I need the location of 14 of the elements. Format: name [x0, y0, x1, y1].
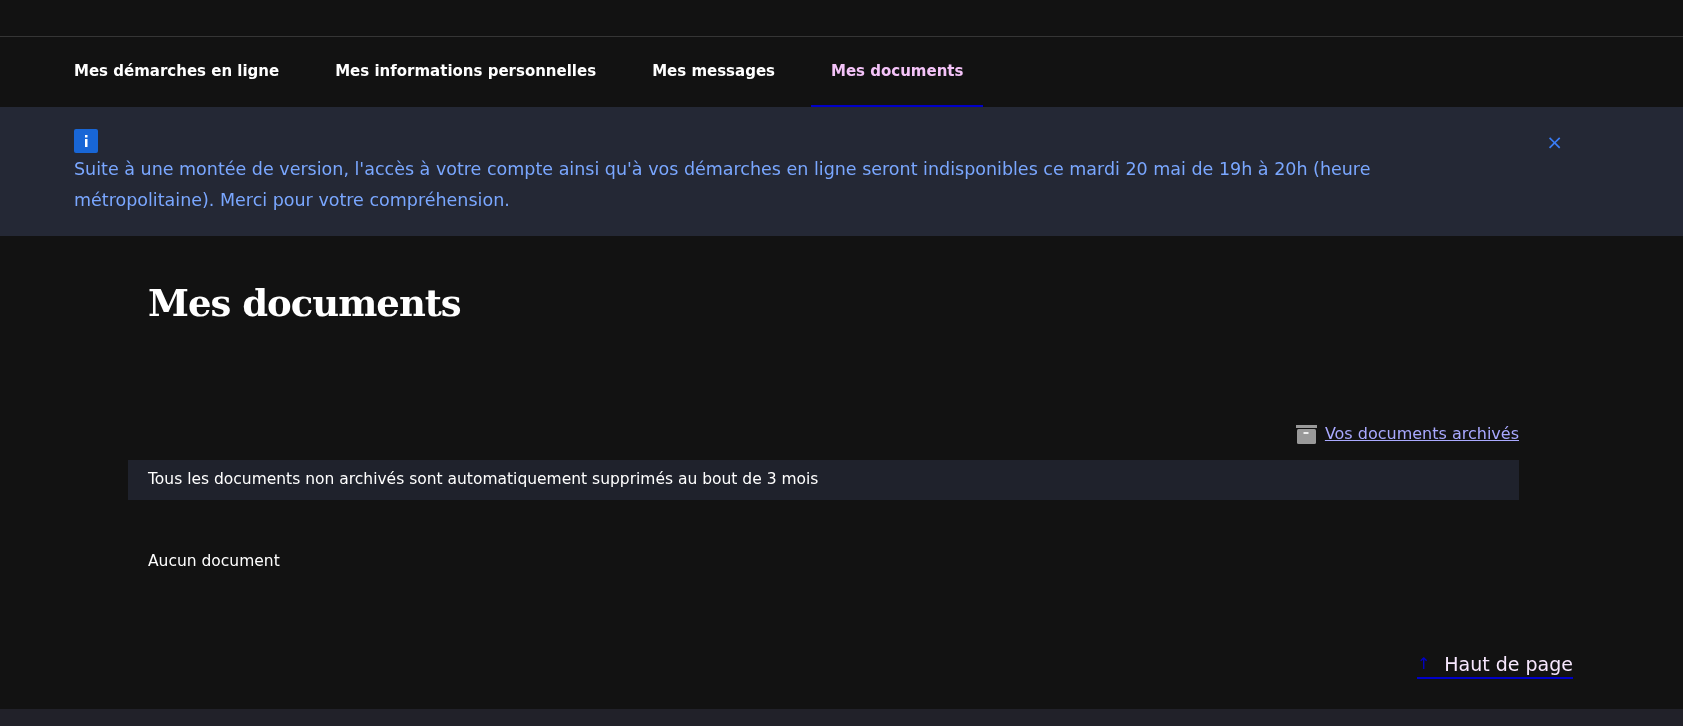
- archive-link[interactable]: Vos documents archivés: [1324, 422, 1519, 446]
- nav-tab[interactable]: Mes messages: [632, 37, 795, 107]
- nav-tab[interactable]: Mes informations personnelles: [315, 37, 617, 107]
- empty-message: Aucun document: [148, 551, 281, 572]
- page-title: Mes documents: [148, 280, 462, 327]
- back-to-top-label: Haut de page: [1444, 652, 1573, 678]
- close-button[interactable]: ×: [1546, 132, 1563, 152]
- info-icon: [74, 129, 98, 153]
- notice-text: Suite à une montée de version, l'accès à votre compte ainsi qu'à vos démarches en ligne seront indisponibles ce mardi 20 mai de 19h à 20h (heure métropolitaine). Merci pour votre compréhension.: [74, 158, 1372, 212]
- back-to-top-link[interactable]: ↑ Haut de page: [1416, 651, 1573, 680]
- archive-box-icon: [1295, 424, 1317, 444]
- arrow-up-icon: ↑: [1416, 651, 1431, 678]
- nav-tab[interactable]: Mes démarches en ligne: [54, 37, 300, 107]
- info-text: Tous les documents non archivés sont automatiquement supprimés au bout de 3 mois: [148, 469, 819, 491]
